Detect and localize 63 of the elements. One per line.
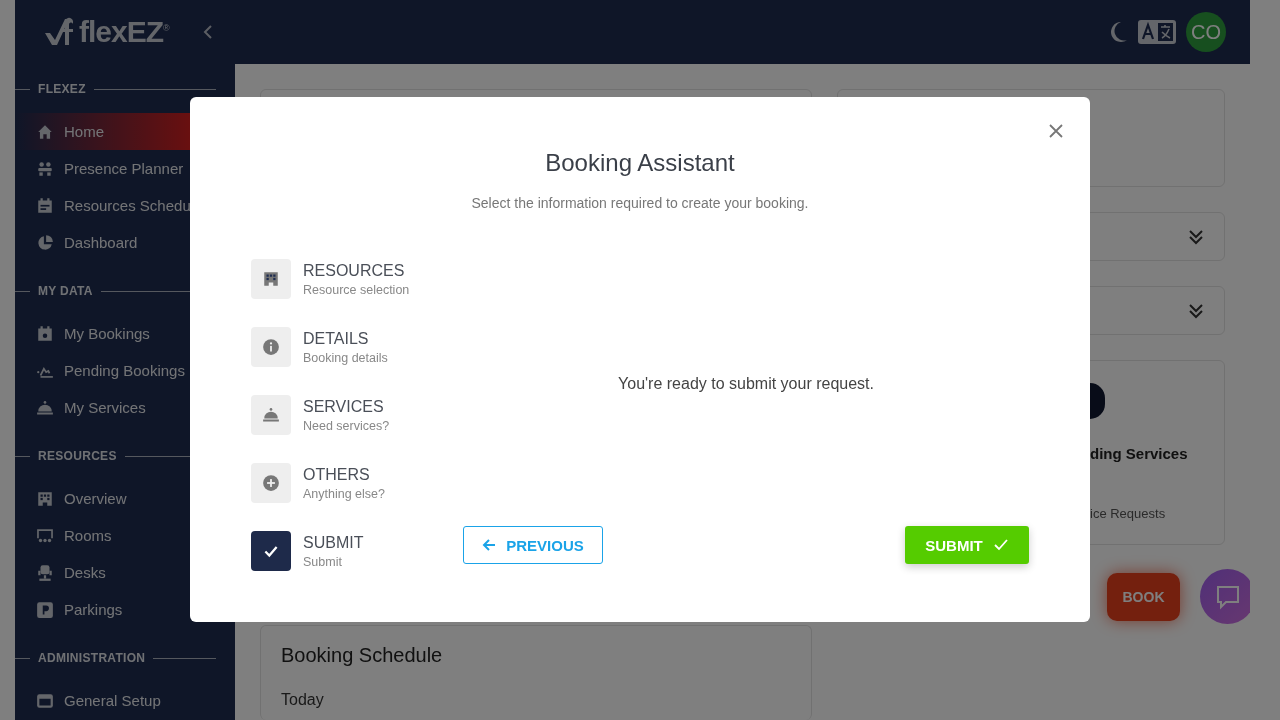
logo: flexEZ$^{®}$	[43, 15, 169, 49]
section-heading: FLEXEZ	[38, 82, 86, 96]
card-title: Booking Schedule	[281, 644, 444, 667]
nav-item[interactable]: Parkings	[15, 591, 235, 628]
modal-subtitle: Select the information required to create your booking.	[470, 194, 810, 213]
step-subtitle: Submit	[303, 554, 343, 569]
chevron-left-icon[interactable]	[203, 24, 213, 40]
book-button[interactable]: BOOK	[1107, 573, 1180, 621]
nav-item[interactable]: My Services	[15, 389, 235, 426]
nav-item[interactable]: Resources Schedu	[15, 187, 235, 224]
step-subtitle: Resource selection	[303, 282, 410, 297]
check-icon	[992, 538, 1009, 552]
nav-item[interactable]: Presence Planner	[15, 150, 235, 187]
step-badge[interactable]	[251, 259, 291, 299]
modal-title: Booking Assistant	[544, 148, 736, 178]
nav-item[interactable]: Pending Bookings	[15, 352, 235, 389]
plus-icon	[262, 474, 280, 492]
previous-button[interactable]: PREVIOUS	[463, 526, 603, 564]
step-title: DETAILS	[303, 329, 370, 348]
nav-item[interactable]: Overview	[15, 480, 235, 517]
user-avatar[interactable]: CO	[1186, 12, 1226, 52]
room-icon	[36, 526, 54, 545]
calendar-icon	[36, 196, 54, 215]
step-subtitle: Need services?	[303, 418, 390, 433]
step-title: SERVICES	[303, 397, 385, 416]
chair-icon	[36, 563, 54, 582]
step-badge[interactable]	[251, 531, 291, 571]
double-chevron-down-icon[interactable]	[1188, 228, 1204, 245]
moon-icon[interactable]	[1108, 21, 1128, 43]
nav-item[interactable]: My Bookings	[15, 315, 235, 352]
pie-chart-icon	[36, 233, 54, 252]
chat-button[interactable]	[1200, 569, 1250, 624]
step-title: RESOURCES	[303, 261, 406, 280]
card-title: ding Services	[1090, 445, 1189, 462]
section-heading: MY DATA	[38, 284, 93, 298]
nav-item[interactable]: Dashboard	[15, 224, 235, 261]
nav-item[interactable]: Desks	[15, 554, 235, 591]
chat-icon	[1214, 583, 1241, 610]
window-icon	[36, 691, 54, 710]
people-icon	[36, 159, 54, 178]
submit-button[interactable]: SUBMIT	[905, 526, 1029, 564]
step-subtitle: Booking details	[303, 350, 388, 365]
nav-item[interactable]: Rooms	[15, 517, 235, 554]
double-chevron-down-icon[interactable]	[1188, 302, 1204, 319]
close-icon[interactable]	[1049, 124, 1063, 138]
day-label: Today	[281, 691, 325, 709]
service-bell-icon	[262, 406, 280, 424]
service-bell-icon	[36, 398, 54, 417]
building-icon	[262, 270, 280, 288]
arrow-left-icon	[482, 538, 497, 552]
step-title: OTHERS	[303, 465, 371, 484]
section-heading: RESOURCES	[38, 449, 117, 463]
section-heading: ADMINISTRATION	[38, 651, 146, 665]
building-icon	[36, 489, 54, 508]
step-title: SUBMIT	[303, 533, 364, 552]
parking-icon	[36, 600, 54, 619]
card-subtitle: ice Requests	[1090, 506, 1167, 521]
step-subtitle: Anything else?	[303, 486, 385, 501]
ready-message: You're ready to submit your request.	[618, 374, 874, 393]
translate-icon[interactable]	[1138, 20, 1176, 44]
calendar-star-icon	[36, 324, 54, 343]
nav-item[interactable]: General Setup	[15, 682, 235, 719]
info-icon	[262, 338, 280, 356]
